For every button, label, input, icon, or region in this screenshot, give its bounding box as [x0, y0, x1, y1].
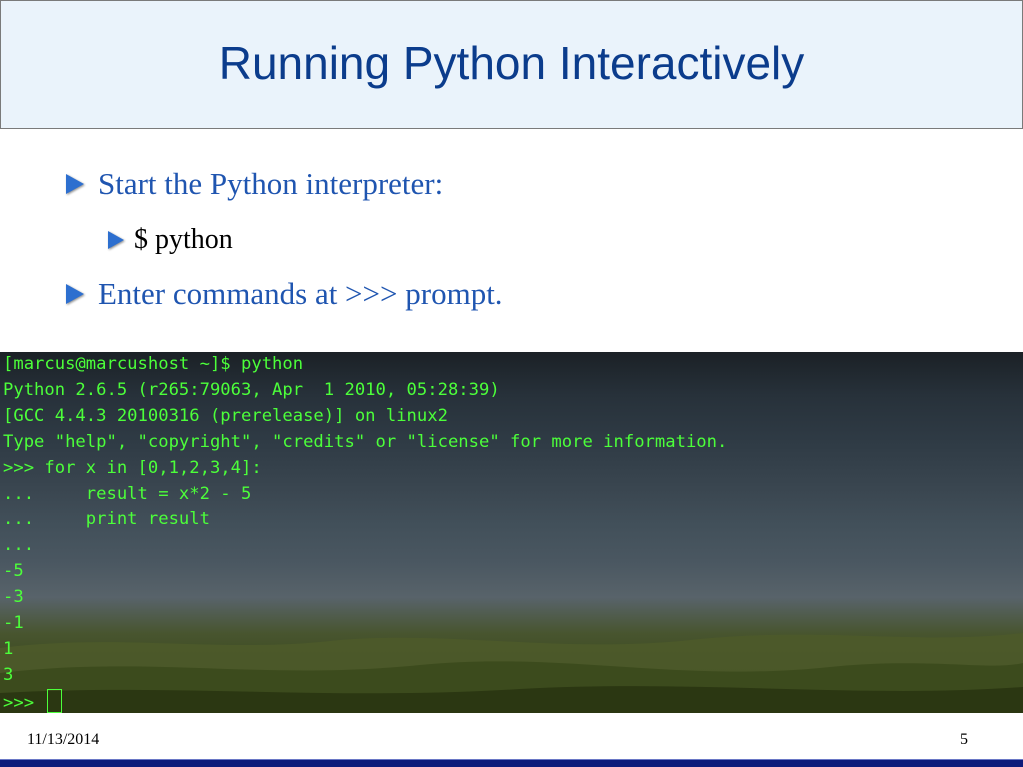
terminal-line: -3 [3, 587, 24, 608]
terminal-line: 3 [3, 664, 14, 685]
bullet-text: Enter commands at >>> prompt. [98, 276, 503, 311]
terminal-line: -5 [3, 561, 24, 582]
terminal-prompt: >>> [3, 692, 45, 713]
footer-bar [0, 759, 1023, 767]
terminal-line: Python 2.6.5 (r265:79063, Apr 1 2010, 05… [3, 379, 500, 400]
triangle-bullet-icon [66, 174, 84, 194]
terminal-line: ... print result [3, 509, 210, 530]
terminal-screenshot: [marcus@marcushost ~]$ python Python 2.6.… [0, 352, 1023, 713]
terminal-line: ... [3, 535, 35, 556]
bullet-text: $ python [134, 224, 233, 255]
slide-title: Running Python Interactively [218, 36, 805, 89]
bullet-item: Enter commands at >>> prompt. [66, 276, 503, 312]
bullet-item: Start the Python interpreter: [66, 166, 443, 202]
terminal-output: [marcus@marcushost ~]$ python Python 2.6.… [3, 352, 727, 713]
terminal-line: >>> for x in [0,1,2,3,4]: [3, 457, 262, 478]
terminal-prompt-line: >>> [3, 688, 727, 713]
terminal-line: [GCC 4.4.3 20100316 (prerelease)] on lin… [3, 405, 448, 426]
terminal-line: ... result = x*2 - 5 [3, 483, 252, 504]
page-number: 5 [960, 731, 968, 748]
terminal-line: Type "help", "copyright", "credits" or "… [3, 431, 728, 452]
terminal-line: [marcus@marcushost ~]$ python [3, 354, 304, 374]
terminal-line: 1 [3, 638, 14, 659]
bullet-text: Start the Python interpreter: [98, 166, 444, 201]
terminal-line: -1 [3, 613, 24, 634]
slide: Running Python Interactively Start the P… [0, 0, 1023, 767]
triangle-bullet-icon [66, 284, 84, 304]
block-cursor-icon [47, 688, 63, 713]
bullet-item: $ python [108, 224, 233, 256]
title-box: Running Python Interactively [0, 0, 1023, 129]
footer-date: 11/13/2014 [27, 731, 100, 748]
triangle-bullet-icon [108, 231, 124, 249]
